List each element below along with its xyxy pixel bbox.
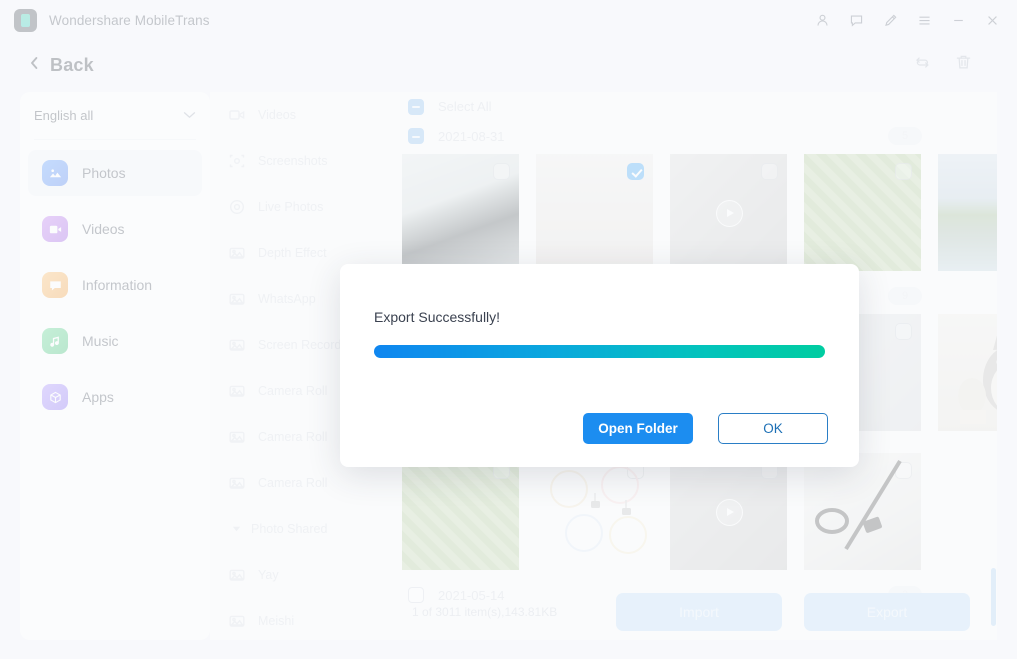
app-window: Wondershare MobileTrans [0,0,1017,659]
dialog-title: Export Successfully! [374,264,825,325]
export-progress-bar [374,345,825,358]
dialog-actions: Open Folder OK [583,413,828,444]
ok-button[interactable]: OK [718,413,828,444]
export-success-dialog: Export Successfully! Open Folder OK [340,264,859,467]
open-folder-button[interactable]: Open Folder [583,413,693,444]
